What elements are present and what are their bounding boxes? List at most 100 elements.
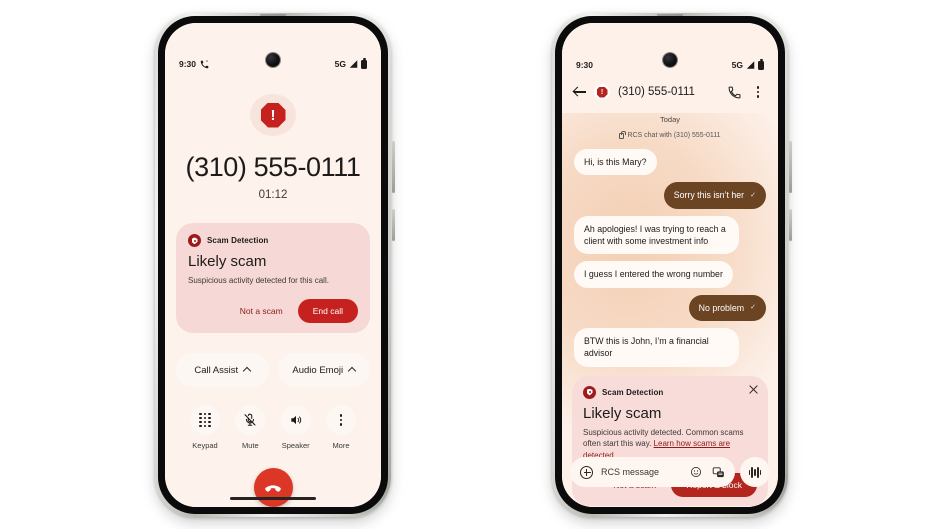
more-vertical-icon: [339, 414, 343, 426]
scam-card-header: Scam Detection: [188, 234, 358, 248]
speaker-label: Speaker: [281, 441, 310, 450]
scam-detection-card-call: Scam Detection Likely scam Suspicious ac…: [176, 223, 370, 333]
shield-scam-icon: [188, 234, 201, 248]
call-assist-pill[interactable]: Call Assist: [176, 353, 269, 387]
keypad-control[interactable]: Keypad: [184, 405, 226, 450]
shield-scam-icon: [583, 385, 596, 399]
more-label: More: [332, 441, 350, 450]
speaker-button[interactable]: [280, 405, 311, 435]
mute-button[interactable]: [235, 405, 266, 435]
gallery-icon[interactable]: [711, 465, 725, 479]
message-thread: Hi, is this Mary? Sorry this isn’t her ✓…: [562, 139, 778, 367]
keypad-label: Keypad: [192, 441, 218, 450]
message-bubble-incoming[interactable]: Ah apologies! I was trying to reach a cl…: [574, 215, 740, 255]
phone-call-icon: [200, 60, 209, 69]
lock-icon: [619, 130, 627, 139]
rcs-chat-text: RCS chat with (310) 555-0111: [627, 132, 721, 139]
call-duration: 01:12: [258, 189, 288, 202]
octagon-exclamation-icon: !: [260, 102, 286, 128]
octagon-exclamation-icon: !: [596, 86, 608, 98]
screenshot-canvas: 9:30 5G ! (310) 555-0111 01:12 Scam Dete…: [0, 0, 940, 529]
volume-button-left-phone[interactable]: [392, 141, 395, 193]
power-button-right-phone[interactable]: [789, 209, 792, 241]
keypad-button[interactable]: [190, 405, 220, 435]
phone-screen-left: 9:30 5G ! (310) 555-0111 01:12 Scam Dete…: [165, 23, 381, 507]
in-call-screen: 9:30 5G ! (310) 555-0111 01:12 Scam Dete…: [165, 23, 381, 507]
rcs-chat-notice: RCS chat with (310) 555-0111: [562, 130, 778, 139]
phone-bezel-left: 9:30 5G ! (310) 555-0111 01:12 Scam Dete…: [158, 16, 388, 514]
composer-placeholder: RCS message: [601, 467, 660, 477]
messages-screen: 9:30 5G ! (310) 555-0111 Today RCS chat …: [562, 23, 778, 507]
front-camera-right: [663, 53, 677, 67]
speaker-icon: [290, 415, 301, 425]
mic-off-icon: [244, 413, 256, 426]
voice-waveform-icon: [748, 466, 762, 478]
phone-device-right: 9:30 5G ! (310) 555-0111 Today RCS chat …: [552, 13, 792, 517]
message-bubble-incoming[interactable]: I guess I entered the wrong number: [574, 261, 733, 288]
audio-emoji-pill[interactable]: Audio Emoji: [277, 353, 370, 387]
rcs-message-input[interactable]: RCS message: [570, 457, 735, 487]
scam-card-label: Scam Detection: [207, 236, 269, 246]
battery-icon: [758, 59, 764, 70]
back-arrow-icon[interactable]: [574, 86, 586, 98]
scam-card-description: Suspicious activity detected for this ca…: [188, 276, 329, 286]
conversation-app-bar: ! (310) 555-0111: [562, 75, 778, 105]
more-button[interactable]: [325, 405, 356, 435]
status-time: 9:30: [179, 59, 197, 70]
delivered-check-icon: ✓: [750, 191, 756, 199]
front-camera-left: [266, 53, 280, 67]
day-divider: Today: [659, 115, 680, 124]
call-assist-label: Call Assist: [194, 364, 239, 376]
assist-pill-row: Call Assist Audio Emoji: [176, 353, 370, 387]
scam-card-title: Likely scam: [583, 404, 662, 422]
volume-button-right-phone[interactable]: [789, 141, 792, 193]
conversation-title: (310) 555-0111: [618, 86, 695, 98]
voice-input-button[interactable]: [740, 457, 770, 487]
phone-bezel-right: 9:30 5G ! (310) 555-0111 Today RCS chat …: [555, 16, 785, 514]
phone-icon: [728, 86, 740, 98]
chevron-up-icon: [242, 366, 252, 376]
emoji-icon[interactable]: [689, 465, 703, 479]
scam-card-actions: Not a scam End call: [188, 299, 358, 323]
scam-card-label: Scam Detection: [602, 387, 664, 397]
status-network: 5G: [731, 60, 743, 70]
call-controls-row: Keypad Mute Speaker More: [184, 405, 362, 450]
end-call-button[interactable]: End call: [297, 299, 358, 323]
hang-up-button[interactable]: [253, 468, 293, 507]
phone-device-left: 9:30 5G ! (310) 555-0111 01:12 Scam Dete…: [155, 13, 395, 517]
mute-label: Mute: [241, 441, 259, 450]
message-text: No problem: [698, 302, 745, 313]
signal-bars-icon: [349, 60, 358, 69]
phone-screen-right: 9:30 5G ! (310) 555-0111 Today RCS chat …: [562, 23, 778, 507]
audio-emoji-label: Audio Emoji: [292, 364, 344, 376]
message-composer: RCS message: [570, 457, 770, 487]
keypad-icon: [199, 413, 211, 427]
call-contact-button[interactable]: [726, 86, 742, 99]
message-bubble-outgoing[interactable]: Sorry this isn’t her ✓: [663, 182, 766, 209]
end-call-row: [165, 468, 381, 507]
status-network: 5G: [334, 59, 346, 70]
message-bubble-incoming[interactable]: BTW this is John, I’m a financial adviso…: [574, 327, 740, 367]
message-bubble-incoming[interactable]: Hi, is this Mary?: [574, 149, 657, 176]
chevron-up-icon: [347, 366, 357, 376]
scam-alert-halo: !: [250, 93, 296, 137]
power-button-left-phone[interactable]: [392, 209, 395, 241]
close-icon[interactable]: [749, 385, 758, 394]
delivered-check-icon: ✓: [750, 303, 756, 311]
overflow-menu-button[interactable]: [750, 86, 766, 98]
contact-scam-avatar: !: [594, 84, 610, 100]
signal-bars-icon: [746, 61, 755, 69]
not-a-scam-button[interactable]: Not a scam: [229, 300, 294, 322]
caller-number: (310) 555-0111: [185, 152, 361, 183]
message-text: Sorry this isn’t her: [673, 190, 745, 201]
home-indicator-left: [230, 497, 316, 500]
mute-control[interactable]: Mute: [229, 405, 271, 450]
scam-card-title: Likely scam: [188, 253, 267, 271]
battery-icon: [361, 58, 367, 69]
plus-circle-icon[interactable]: [580, 465, 593, 479]
messages-top: 9:30 5G ! (310) 555-0111 Today RCS chat …: [562, 23, 778, 139]
message-bubble-outgoing[interactable]: No problem ✓: [688, 294, 766, 321]
speaker-control[interactable]: Speaker: [275, 405, 317, 450]
more-control[interactable]: More: [320, 405, 362, 450]
more-vertical-icon: [756, 86, 760, 98]
